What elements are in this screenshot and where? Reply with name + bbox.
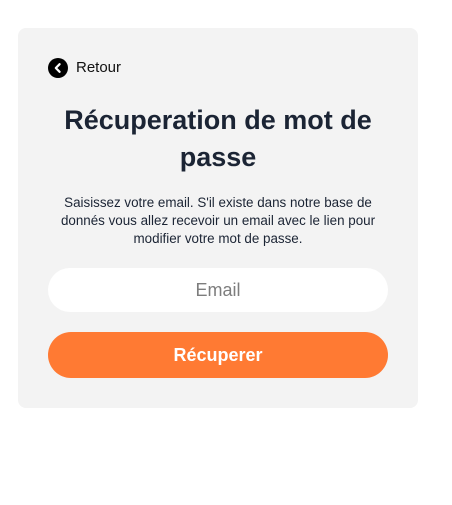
email-field[interactable]: [48, 268, 388, 312]
back-label: Retour: [76, 59, 122, 76]
page-title: Récuperation de mot de passe: [64, 105, 372, 172]
recover-button[interactable]: Récuperer: [48, 332, 388, 378]
instructions-text: Saisissez votre email. S'il existe dans …: [60, 195, 376, 246]
password-recovery-card: Retour Récuperation de mot de passe Sais…: [18, 28, 418, 408]
back-link[interactable]: Retour: [48, 58, 121, 78]
chevron-left-circle-icon: [48, 58, 68, 78]
